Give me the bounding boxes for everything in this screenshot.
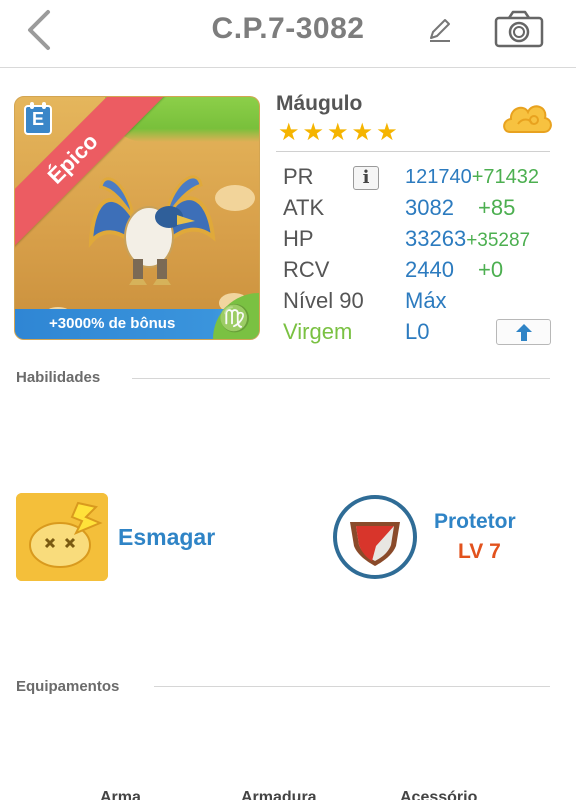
stat-bonus-rcv: +0	[478, 257, 504, 282]
equipment-tab-weapon[interactable]: Arma	[100, 789, 141, 800]
page-title: C.P.7-3082	[211, 12, 365, 45]
stat-bonus-hp: +35287	[466, 230, 531, 251]
info-button[interactable]: i	[353, 166, 379, 190]
stat-label-hp: HP	[283, 226, 314, 251]
stat-base-hp: 33263	[405, 226, 467, 251]
active-skill-icon[interactable]	[16, 493, 108, 581]
monster-name: Máugulo	[276, 92, 363, 115]
edit-button[interactable]	[425, 14, 455, 44]
stat-base-pr: 121740	[405, 166, 472, 188]
info-divider	[276, 151, 550, 152]
zodiac-sign-label: Virgem	[283, 319, 353, 344]
star-icon: ★	[302, 119, 325, 146]
stat-value-atk: 3082	[405, 195, 454, 220]
stat-value-rcv: 2440	[405, 257, 454, 282]
equipment-section-title: Equipamentos	[16, 678, 120, 695]
zodiac-sign-level: L0	[405, 319, 430, 344]
passive-skill-name[interactable]: Protetor	[434, 510, 516, 534]
equipment-tab-armor[interactable]: Armadura	[241, 789, 317, 800]
equipment-tab-accessory[interactable]: Acessório	[400, 789, 477, 800]
monster-portrait	[88, 175, 216, 285]
stat-label-rcv: RCV	[283, 257, 330, 282]
star-rating: ★ ★ ★ ★ ★	[278, 120, 398, 146]
camera-button[interactable]	[494, 10, 544, 48]
stat-value-hp: 33263+35287	[405, 226, 530, 252]
upgrade-button[interactable]	[496, 319, 551, 345]
star-icon: ★	[278, 119, 300, 146]
monster-card[interactable]: Épico E +3000% de bônus ♍	[14, 96, 260, 340]
top-nav-bar: C.P.7-3082	[0, 0, 576, 68]
stat-value-pr: 121740+71432	[405, 166, 539, 189]
skills-section-title: Habilidades	[16, 369, 101, 386]
stat-label-atk: ATK	[283, 195, 325, 220]
cloud-icon[interactable]	[500, 98, 554, 142]
level-value: Máx	[405, 288, 447, 313]
stat-bonus-pr: +71432	[471, 166, 540, 188]
stat-bonus-atk: +85	[478, 195, 516, 220]
level-label: Nível 90	[283, 288, 364, 313]
camera-icon	[494, 10, 544, 48]
smash-icon	[16, 493, 108, 581]
stat-label-pr: PR	[283, 164, 314, 189]
shield-icon	[333, 495, 417, 579]
star-icon: ★	[376, 119, 398, 146]
star-icon: ★	[351, 119, 374, 146]
section-divider	[154, 686, 550, 687]
active-skill-name[interactable]: Esmagar	[118, 524, 215, 551]
star-icon: ★	[327, 119, 349, 146]
section-divider	[132, 378, 550, 379]
arrow-up-icon	[516, 324, 532, 341]
pencil-icon	[430, 19, 450, 42]
passive-skill-level: LV 7	[458, 540, 501, 563]
calendar-icon: E	[24, 102, 52, 135]
passive-skill-icon[interactable]	[332, 494, 418, 580]
